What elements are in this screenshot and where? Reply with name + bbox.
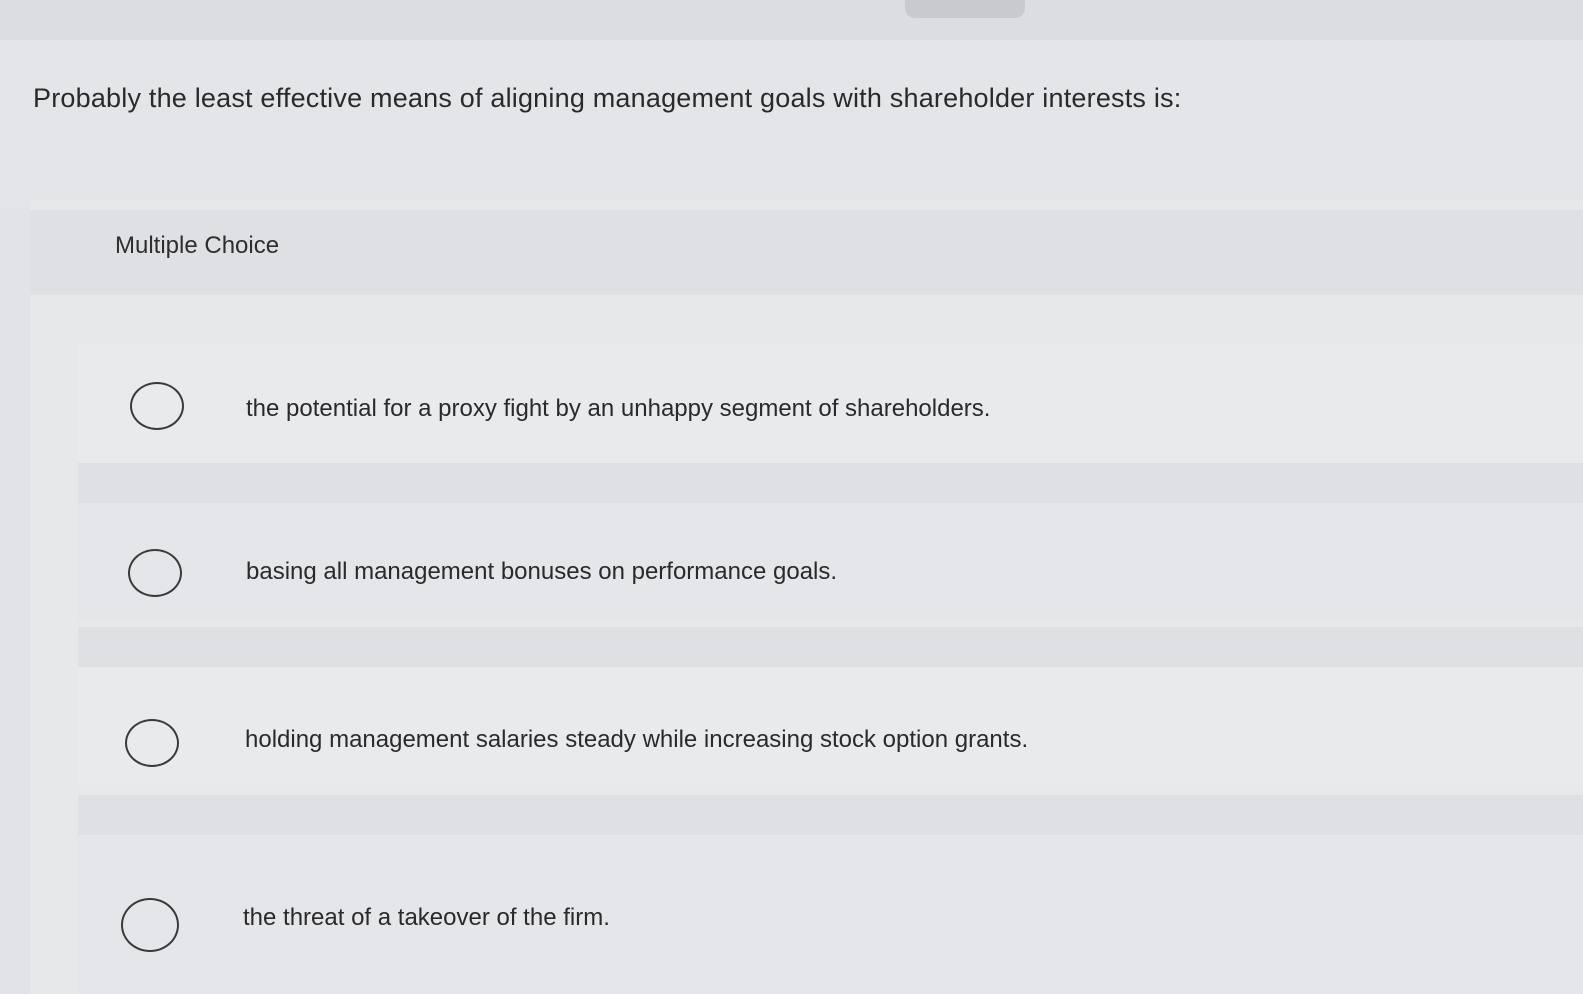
option-label-b[interactable]: basing all management bonuses on perform…	[246, 557, 837, 587]
radio-option-a[interactable]	[130, 382, 184, 430]
question-header	[0, 40, 1583, 208]
radio-option-c[interactable]	[125, 719, 179, 767]
question-type-label: Multiple Choice	[115, 232, 280, 259]
saved-status-badge	[905, 0, 1025, 18]
top-toolbar	[0, 0, 1583, 41]
radio-option-b[interactable]	[128, 549, 182, 597]
option-label-a[interactable]: the potential for a proxy fight by an un…	[246, 394, 990, 424]
option-label-c[interactable]: holding management salaries steady while…	[245, 725, 1028, 755]
option-divider	[78, 463, 1583, 503]
option-label-d[interactable]: the threat of a takeover of the firm.	[243, 903, 610, 933]
question-prompt: Probably the least effective means of al…	[33, 83, 1182, 113]
option-divider	[78, 627, 1583, 667]
radio-option-d[interactable]	[121, 898, 179, 952]
option-divider	[78, 795, 1583, 835]
